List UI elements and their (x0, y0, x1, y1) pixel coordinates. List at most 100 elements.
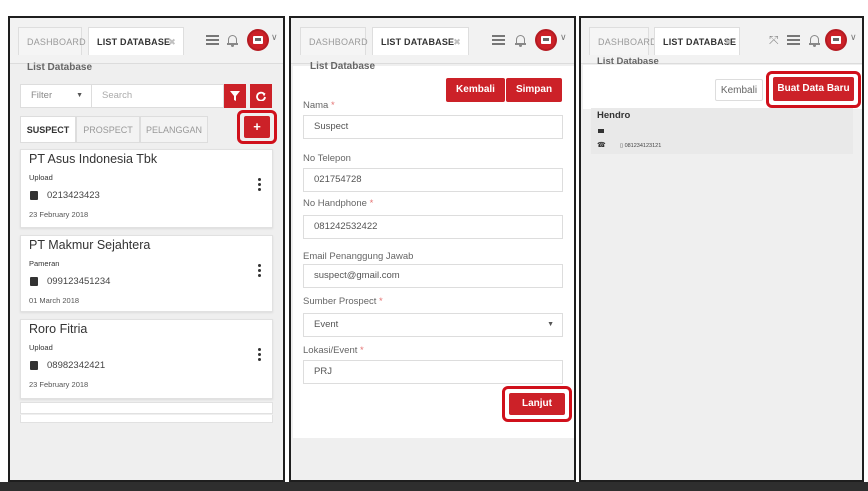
filter-icon (230, 91, 240, 101)
tab-dashboard[interactable]: DASHBOARD (300, 27, 368, 55)
list-item[interactable]: Hendro ☎ ▯ 081234123121 (591, 108, 853, 154)
phone-icon (30, 361, 38, 370)
field-label-text: Sumber Prospect (303, 296, 377, 307)
telepon-field[interactable]: 021754728 (303, 168, 563, 192)
field-label-text: Lokasi/Event (303, 345, 358, 356)
field-label-text: Email Penanggung Jawab (303, 251, 414, 262)
bell-icon[interactable] (809, 34, 820, 47)
field-label-nama: Nama * (303, 100, 335, 111)
required-mark: * (330, 100, 335, 111)
top-bar: DASHBOARD LIST DATABASE ✖ ∨ (291, 18, 574, 64)
hamburger-icon[interactable] (787, 35, 800, 45)
list-item[interactable]: PT Makmur Sejahtera Pameran 099123451234… (20, 235, 273, 312)
field-label-text: No Handphone (303, 198, 367, 209)
close-icon[interactable]: ✖ (724, 28, 732, 56)
list-item[interactable]: Roro Fitria Upload 08982342421 23 Februa… (20, 319, 273, 399)
chevron-down-icon[interactable]: ∨ (560, 32, 567, 43)
email-field-value: suspect@gmail.com (314, 270, 400, 281)
back-button[interactable]: Kembali (446, 78, 505, 102)
tab-list-database-label: LIST DATABASE (381, 37, 455, 47)
tab-suspect-label: SUSPECT (26, 125, 70, 135)
tab-list-database[interactable]: LIST DATABASE ✖ (88, 27, 184, 55)
email-field[interactable]: suspect@gmail.com (303, 264, 563, 288)
list-database-panel: DASHBOARD LIST DATABASE ✖ ∨ List Database… (8, 16, 285, 482)
caret-down-icon: ▼ (547, 321, 554, 328)
page-title: List Database (27, 62, 93, 73)
field-label-telepon: No Telepon (303, 153, 351, 164)
handphone-field-value: 081242532422 (314, 221, 378, 232)
filter-select[interactable]: Filter ▼ (20, 84, 92, 108)
list-item[interactable]: PT Asus Indonesia Tbk Upload 0213423423 … (20, 149, 273, 228)
refresh-button[interactable] (250, 84, 272, 108)
tab-prospect[interactable]: PROSPECT (76, 116, 140, 143)
hamburger-icon[interactable] (206, 35, 219, 45)
tab-dashboard-label: DASHBOARD (598, 37, 657, 47)
back-button-label: Kembali (456, 84, 495, 95)
nama-field[interactable]: Suspect (303, 115, 563, 139)
chevron-down-icon[interactable]: ∨ (271, 32, 278, 43)
card-phone: 0213423423 (47, 190, 100, 201)
record-phone-value: 081234123121 (624, 143, 662, 149)
card-phone: 08982342421 (47, 360, 106, 371)
next-button-label: Lanjut (522, 398, 552, 409)
handphone-field[interactable]: 081242532422 (303, 215, 563, 239)
card-source: Upload (29, 343, 53, 352)
avatar-icon[interactable] (535, 29, 557, 51)
form-panel: DASHBOARD LIST DATABASE ✖ ∨ List Database… (289, 16, 576, 482)
more-vertical-icon[interactable] (258, 178, 261, 193)
chevron-down-icon[interactable]: ∨ (850, 32, 857, 43)
save-button[interactable]: Simpan (506, 78, 562, 102)
field-label-handphone: No Handphone * (303, 198, 373, 209)
card-source: Upload (29, 173, 53, 182)
tab-list-database[interactable]: LIST DATABASE ✖ (654, 27, 740, 55)
tab-prospect-label: PROSPECT (83, 125, 133, 135)
search-input[interactable]: Search (92, 84, 224, 108)
next-button[interactable]: Lanjut (509, 393, 565, 415)
filter-select-value: Filter (31, 90, 53, 101)
card-source: Pameran (29, 259, 60, 268)
tab-dashboard[interactable]: DASHBOARD (18, 27, 86, 55)
required-mark: * (369, 198, 374, 209)
add-button[interactable]: + (244, 116, 270, 138)
bottom-bar (0, 482, 868, 491)
card-name: PT Asus Indonesia Tbk (29, 152, 158, 166)
tab-pelanggan-label: PELANGGAN (145, 125, 203, 135)
bell-icon[interactable] (227, 34, 238, 47)
more-vertical-icon[interactable] (258, 264, 261, 279)
card-date: 01 March 2018 (29, 296, 80, 305)
list-item-empty (20, 402, 273, 414)
sumber-prospect-select[interactable]: Event ▼ (303, 313, 563, 337)
tab-suspect[interactable]: SUSPECT (20, 116, 76, 143)
phone-icon: ☎ (597, 142, 606, 149)
tab-dashboard[interactable]: DASHBOARD (589, 27, 657, 55)
expand-icon[interactable]: ⤧ (769, 33, 779, 48)
required-mark: * (379, 296, 383, 307)
lokasi-event-value: PRJ (314, 366, 332, 377)
close-icon[interactable]: ✖ (168, 28, 176, 56)
field-label-text: No Telepon (303, 153, 351, 164)
hamburger-icon[interactable] (492, 35, 505, 45)
card-name: PT Makmur Sejahtera (29, 238, 151, 252)
create-data-button-label: Buat Data Baru (777, 83, 850, 94)
avatar-icon[interactable] (247, 29, 269, 51)
database-detail-panel: DASHBOARD LIST DATABASE ✖ ⤧ ∨ List Databa… (579, 16, 864, 482)
filter-button[interactable] (224, 84, 246, 108)
tab-list-database[interactable]: LIST DATABASE ✖ (372, 27, 469, 55)
page-title: List Database (597, 56, 659, 67)
avatar-icon[interactable] (825, 29, 847, 51)
required-mark: * (360, 345, 364, 356)
tab-pelanggan[interactable]: PELANGGAN (140, 116, 208, 143)
phone-icon (30, 191, 38, 200)
more-vertical-icon[interactable] (258, 348, 261, 363)
close-icon[interactable]: ✖ (453, 28, 461, 56)
card-phone: 099123451234 (47, 276, 111, 287)
tab-dashboard-label: DASHBOARD (309, 37, 368, 47)
create-data-button[interactable]: Buat Data Baru (773, 77, 854, 101)
plus-icon: + (253, 119, 261, 134)
bell-icon[interactable] (515, 34, 526, 47)
email-icon (598, 129, 604, 133)
lokasi-event-field[interactable]: PRJ (303, 360, 563, 384)
tab-list-database-label: LIST DATABASE (97, 37, 171, 47)
nama-field-value: Suspect (314, 121, 349, 132)
back-button[interactable]: Kembali (715, 79, 763, 101)
